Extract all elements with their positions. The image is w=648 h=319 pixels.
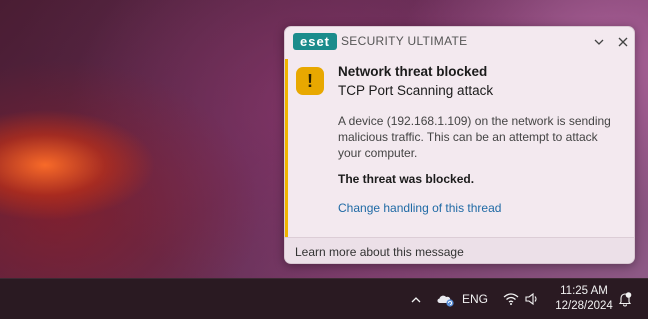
learn-more-link[interactable]: Learn more about this message bbox=[295, 245, 464, 259]
notification-body: A device (192.168.1.109) on the network … bbox=[338, 114, 611, 160]
app-name: SECURITY ULTIMATE bbox=[341, 34, 468, 48]
clock[interactable]: 11:25 AM 12/28/2024 bbox=[555, 284, 613, 314]
volume-button[interactable] bbox=[523, 291, 541, 307]
taskbar: ENG 11:25 AM 12/28/2024 bbox=[0, 278, 648, 319]
warning-icon: ! bbox=[296, 67, 324, 95]
notification-center-button[interactable] bbox=[616, 290, 634, 308]
notification-subtitle: TCP Port Scanning attack bbox=[338, 83, 494, 98]
toast-footer: Learn more about this message bbox=[285, 237, 634, 263]
show-hidden-icons-button[interactable] bbox=[408, 292, 424, 308]
eset-notification-toast[interactable]: eset SECURITY ULTIMATE ! Network threat … bbox=[284, 26, 635, 264]
wifi-button[interactable] bbox=[502, 291, 520, 307]
notification-bell-icon bbox=[618, 292, 632, 307]
language-indicator[interactable]: ENG bbox=[462, 292, 488, 306]
notification-title: Network threat blocked bbox=[338, 64, 488, 79]
change-handling-link[interactable]: Change handling of this thread bbox=[338, 201, 501, 215]
clock-time: 11:25 AM bbox=[560, 285, 608, 297]
wifi-icon bbox=[503, 293, 519, 305]
close-button[interactable] bbox=[613, 32, 633, 52]
clock-date: 12/28/2024 bbox=[555, 300, 613, 312]
cloud-sync-button[interactable] bbox=[434, 290, 456, 308]
speaker-icon bbox=[525, 292, 537, 306]
collapse-button[interactable] bbox=[589, 32, 609, 52]
toast-header: eset SECURITY ULTIMATE bbox=[285, 27, 634, 57]
chevron-down-icon bbox=[594, 39, 604, 45]
eset-logo: eset bbox=[293, 33, 337, 50]
threat-status: The threat was blocked. bbox=[338, 172, 475, 186]
chevron-up-icon bbox=[411, 297, 421, 303]
warning-accent-bar bbox=[285, 59, 288, 237]
close-icon bbox=[618, 37, 628, 47]
cloud-sync-icon bbox=[437, 295, 454, 307]
